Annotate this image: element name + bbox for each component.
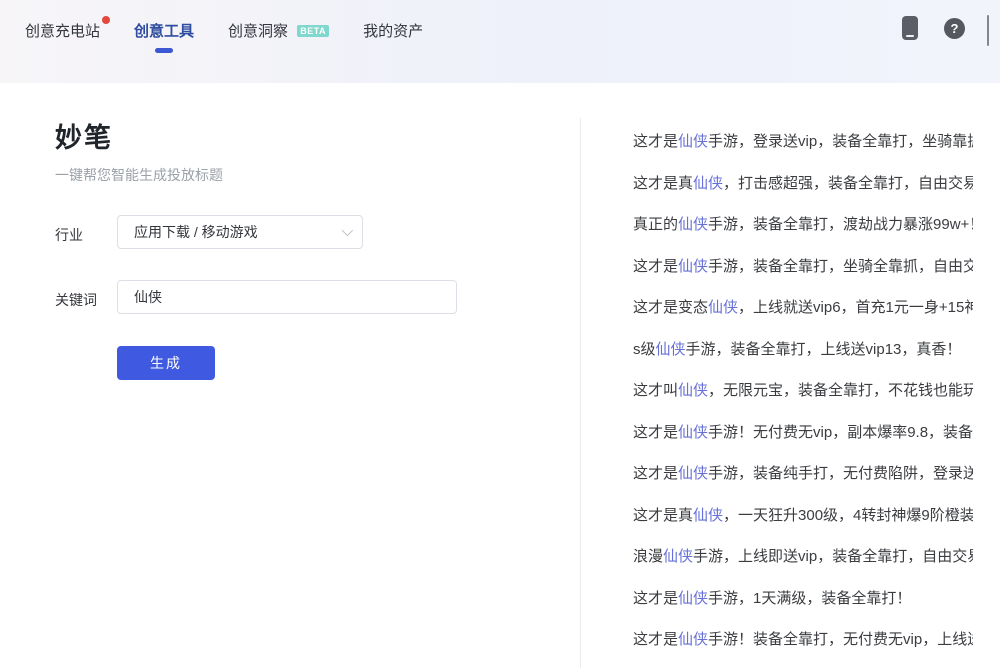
result-text-before: 这才叫 — [633, 379, 678, 400]
result-keyword-highlight: 仙侠 — [656, 338, 686, 359]
beta-badge: BETA — [297, 25, 329, 37]
page-subtitle: 一键帮您智能生成投放标题 — [55, 165, 223, 185]
result-item[interactable]: s级仙侠手游，装备全靠打，上线送vip13，真香！ — [633, 328, 973, 370]
result-item[interactable]: 这才是仙侠手游，装备全靠打，坐骑全靠抓，自由交易 — [633, 245, 973, 287]
result-text-before: 这才是 — [633, 255, 678, 276]
active-tab-indicator — [155, 48, 173, 53]
result-text-before: 这才是 — [633, 587, 678, 608]
result-item[interactable]: 真正的仙侠手游，装备全靠打，渡劫战力暴涨99w+！ — [633, 203, 973, 245]
result-text-after: 手游，装备全靠打，上线送vip13，真香！ — [686, 338, 962, 359]
result-text-after: 手游，上线即送vip，装备全靠打，自由交易... — [693, 545, 973, 566]
nav-item-creative-station[interactable]: 创意充电站 — [25, 20, 100, 41]
result-item[interactable]: 这才是仙侠手游，装备纯手打，无付费陷阱，登录送vi... — [633, 452, 973, 494]
result-text-before: 这才是 — [633, 628, 678, 649]
result-keyword-highlight: 仙侠 — [693, 504, 723, 525]
result-text-before: 这才是 — [633, 462, 678, 483]
industry-select[interactable]: 应用下载 / 移动游戏 — [117, 215, 363, 249]
keyword-label: 关键词 — [55, 290, 97, 310]
chevron-down-icon — [342, 225, 353, 236]
result-keyword-highlight: 仙侠 — [678, 130, 708, 151]
result-item[interactable]: 这才是仙侠手游，登录送vip，装备全靠打，坐骑靠抓！ — [633, 120, 973, 162]
result-text-after: 手游，装备纯手打，无付费陷阱，登录送vi... — [708, 462, 973, 483]
result-text-after: ，一天狂升300级，4转封神爆9阶橙装！ — [723, 504, 973, 525]
result-text-before: s级 — [633, 338, 656, 359]
result-item[interactable]: 这才是真仙侠，一天狂升300级，4转封神爆9阶橙装！ — [633, 494, 973, 536]
result-keyword-highlight: 仙侠 — [693, 172, 723, 193]
result-item[interactable]: 这才是仙侠手游！无付费无vip，副本爆率9.8，装备全... — [633, 411, 973, 453]
nav-item-label: 创意充电站 — [25, 23, 100, 40]
result-text-before: 这才是 — [633, 130, 678, 151]
result-text-after: ，无限元宝，装备全靠打，不花钱也能玩的... — [708, 379, 973, 400]
result-keyword-highlight: 仙侠 — [708, 296, 738, 317]
result-text-before: 这才是真 — [633, 172, 693, 193]
result-keyword-highlight: 仙侠 — [678, 213, 708, 234]
nav-item-label: 我的资产 — [363, 23, 423, 40]
keyword-input[interactable] — [117, 280, 457, 314]
nav-item-label: 创意洞察 — [228, 23, 288, 40]
industry-select-value: 应用下载 / 移动游戏 — [134, 222, 342, 242]
generate-button[interactable]: 生成 — [117, 346, 215, 380]
result-item[interactable]: 这才是变态仙侠，上线就送vip6，首充1元一身+15神装！ — [633, 286, 973, 328]
result-text-after: 手游，登录送vip，装备全靠打，坐骑靠抓！ — [708, 130, 973, 151]
result-text-after: 手游！装备全靠打，无付费无vip，上线送v... — [708, 628, 973, 649]
result-item[interactable]: 这才是仙侠手游，1天满级，装备全靠打！ — [633, 577, 973, 619]
result-text-before: 这才是真 — [633, 504, 693, 525]
header-icons: ? — [902, 16, 965, 40]
page-title: 妙笔 — [55, 116, 113, 155]
mobile-phone-icon[interactable] — [902, 16, 918, 40]
main-nav: 创意充电站 创意工具 创意洞察 BETA 我的资产 — [25, 20, 423, 41]
help-icon[interactable]: ? — [944, 18, 965, 39]
result-item[interactable]: 这才是真仙侠，打击感超强，装备全靠打，自由交易！ — [633, 162, 973, 204]
result-item[interactable]: 这才叫仙侠，无限元宝，装备全靠打，不花钱也能玩的... — [633, 369, 973, 411]
result-keyword-highlight: 仙侠 — [678, 255, 708, 276]
panel-divider — [580, 118, 581, 668]
nav-item-label: 创意工具 — [134, 23, 194, 40]
result-keyword-highlight: 仙侠 — [678, 587, 708, 608]
top-header: 创意充电站 创意工具 创意洞察 BETA 我的资产 ? — [0, 0, 1000, 83]
results-list: 这才是仙侠手游，登录送vip，装备全靠打，坐骑靠抓！这才是真仙侠，打击感超强，装… — [633, 120, 973, 660]
result-text-after: ，上线就送vip6，首充1元一身+15神装！ — [738, 296, 973, 317]
result-text-before: 这才是 — [633, 421, 678, 442]
result-keyword-highlight: 仙侠 — [678, 628, 708, 649]
result-item[interactable]: 这才是仙侠手游！装备全靠打，无付费无vip，上线送v... — [633, 618, 973, 660]
result-item[interactable]: 浪漫仙侠手游，上线即送vip，装备全靠打，自由交易... — [633, 535, 973, 577]
nav-item-creative-insight[interactable]: 创意洞察 BETA — [228, 20, 329, 41]
result-text-after: 手游，1天满级，装备全靠打！ — [708, 587, 911, 608]
notification-dot-icon — [102, 16, 110, 24]
result-text-after: 手游，装备全靠打，坐骑全靠抓，自由交易 — [708, 255, 973, 276]
result-text-before: 这才是变态 — [633, 296, 708, 317]
result-keyword-highlight: 仙侠 — [678, 462, 708, 483]
industry-label: 行业 — [55, 225, 83, 245]
result-text-after: 手游！无付费无vip，副本爆率9.8，装备全... — [708, 421, 973, 442]
result-text-after: 手游，装备全靠打，渡劫战力暴涨99w+！ — [708, 213, 973, 234]
result-keyword-highlight: 仙侠 — [678, 421, 708, 442]
result-text-before: 浪漫 — [633, 545, 663, 566]
nav-item-my-assets[interactable]: 我的资产 — [363, 20, 423, 41]
result-keyword-highlight: 仙侠 — [663, 545, 693, 566]
nav-item-creative-tools[interactable]: 创意工具 — [134, 20, 194, 41]
scrollbar-thumb[interactable] — [987, 15, 989, 46]
result-keyword-highlight: 仙侠 — [678, 379, 708, 400]
result-text-after: ，打击感超强，装备全靠打，自由交易！ — [723, 172, 973, 193]
result-text-before: 真正的 — [633, 213, 678, 234]
